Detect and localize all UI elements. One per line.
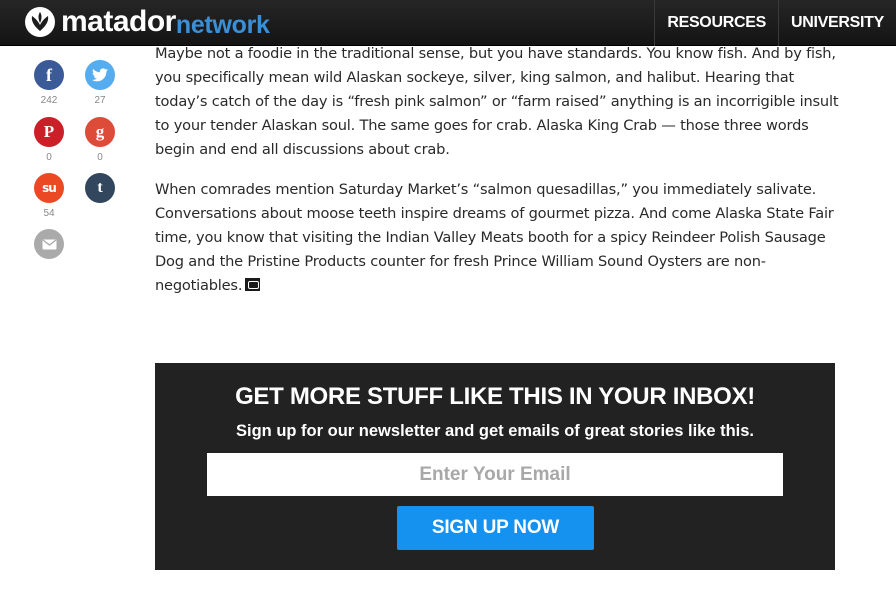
article-end-icon — [245, 278, 261, 291]
email-share-button[interactable] — [34, 229, 64, 259]
stumbleupon-icon: su — [42, 181, 57, 195]
pinterest-share-count: 0 — [46, 152, 52, 163]
pinterest-icon: P — [43, 122, 55, 141]
twitter-share-button[interactable] — [85, 60, 115, 90]
twitter-icon — [92, 68, 108, 82]
facebook-icon: f — [46, 64, 52, 85]
main-nav: RESOURCES UNIVERSITY — [654, 0, 896, 46]
site-header: matador network RESOURCES UNIVERSITY — [0, 0, 896, 46]
article-body: Maybe not a foodie in the traditional se… — [155, 42, 845, 298]
newsletter-subtitle: Sign up for our newsletter and get email… — [235, 422, 755, 440]
article-paragraph-last: When comrades mention Saturday Market’s … — [155, 178, 845, 298]
google-plus-icon: g — [95, 122, 105, 141]
newsletter-signup: GET MORE STUFF LIKE THIS IN YOUR INBOX! … — [155, 363, 835, 570]
stumbleupon-share-count: 54 — [43, 208, 55, 219]
twitter-share-count: 27 — [94, 95, 106, 106]
newsletter-title: GET MORE STUFF LIKE THIS IN YOUR INBOX! — [235, 383, 755, 410]
site-logo[interactable]: matador network — [24, 4, 270, 40]
facebook-share-count: 242 — [40, 95, 58, 106]
envelope-icon — [42, 238, 56, 249]
sign-up-button[interactable]: SIGN UP NOW — [397, 506, 594, 550]
nav-item-university[interactable]: UNIVERSITY — [777, 0, 896, 46]
matador-logo-icon — [25, 7, 55, 37]
google-plus-share-count: 0 — [97, 152, 103, 163]
article-paragraph: Maybe not a foodie in the traditional se… — [155, 45, 839, 158]
tumblr-icon: t — [97, 179, 103, 196]
stumbleupon-share-button[interactable]: su — [34, 173, 64, 203]
nav-item-resources[interactable]: RESOURCES — [654, 0, 778, 46]
logo-text-primary: matador — [61, 5, 176, 38]
email-input[interactable] — [207, 453, 783, 496]
facebook-share-button[interactable]: f — [34, 60, 64, 90]
pinterest-share-button[interactable]: P — [34, 117, 64, 147]
logo-text-secondary: network — [175, 10, 270, 39]
tumblr-share-button[interactable]: t — [85, 173, 115, 203]
google-plus-share-button[interactable]: g — [85, 117, 115, 147]
